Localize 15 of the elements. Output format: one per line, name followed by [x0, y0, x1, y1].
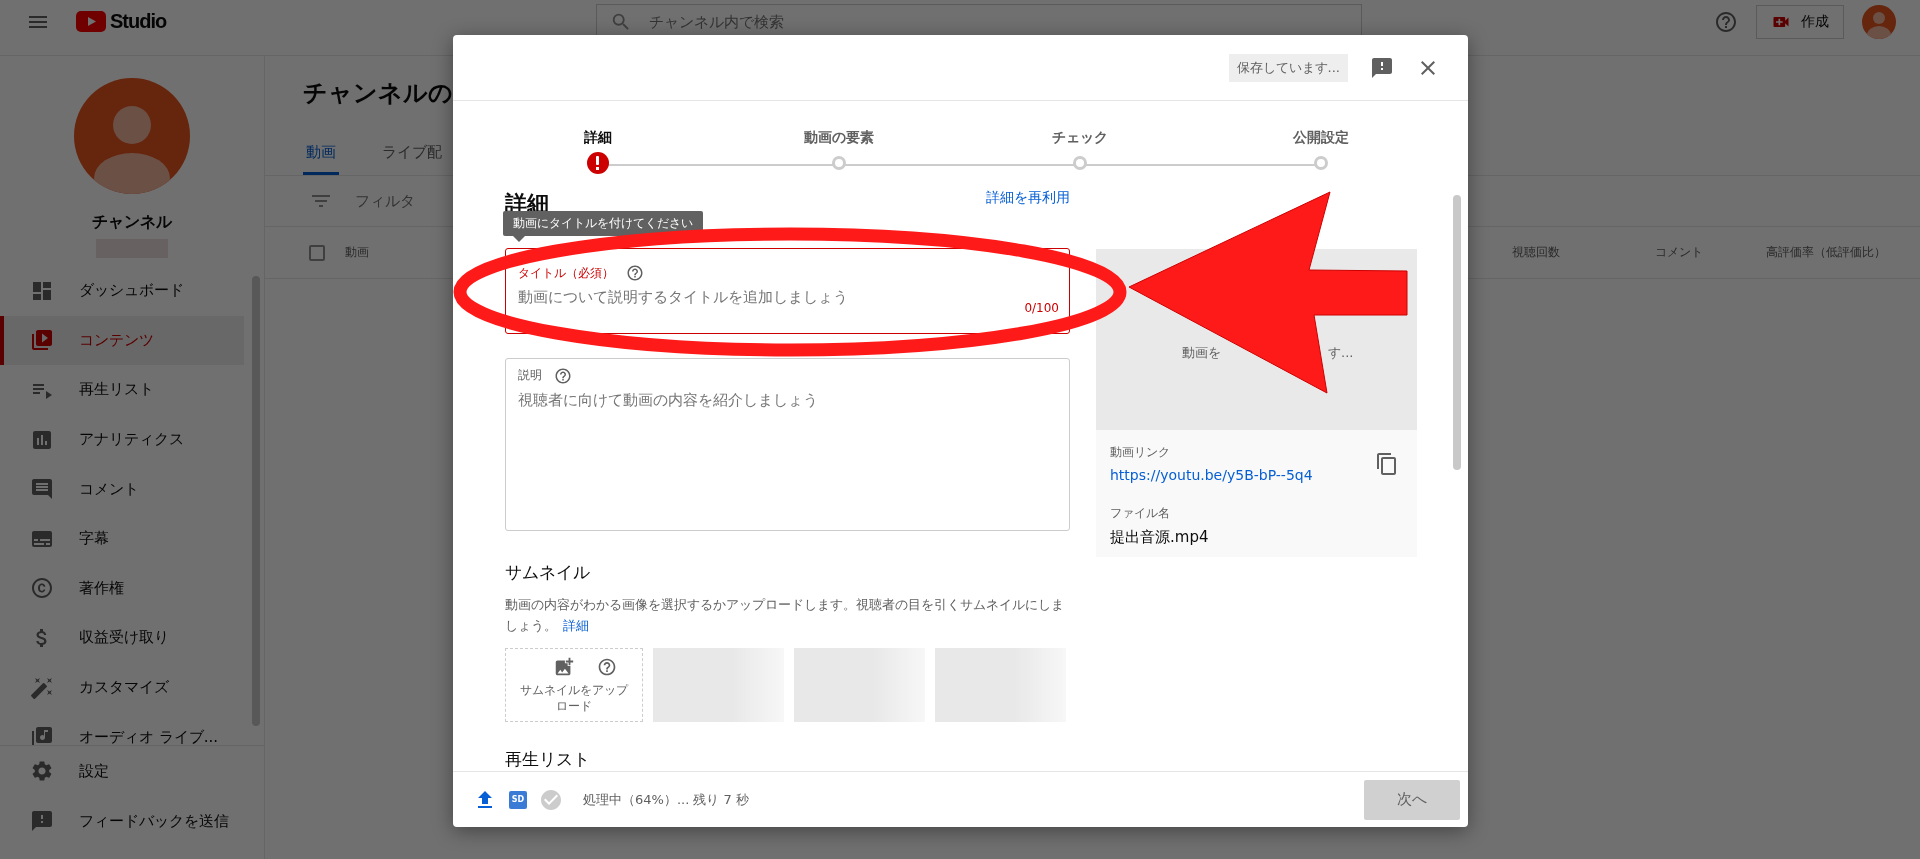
field-label: 動画リンク	[1110, 444, 1171, 461]
file-name: 提出音源.mp4	[1110, 528, 1210, 547]
logo-text: Studio	[110, 10, 167, 33]
sd-badge: SD	[509, 790, 527, 809]
preview-text: す...	[1328, 343, 1354, 362]
processing-status: 処理中（64%）... 残り 7 秒	[583, 790, 749, 809]
page-title: チャンネルの	[303, 78, 453, 108]
preview-text: 動画を	[1182, 343, 1221, 362]
thumbnail-description: 動画の内容がわかる画像を選択するかアップロードします。視聴者の目を引くサムネイルにしましょう。 詳細	[505, 596, 1065, 636]
section-heading: サムネイル	[505, 561, 591, 585]
tooltip: 動画にタイトルを付けてください	[503, 211, 703, 236]
section-heading: 再生リスト	[505, 748, 591, 771]
status-chip: 保存しています...	[1228, 53, 1348, 82]
channel-name: チャンネル	[92, 212, 172, 233]
field-label: ファイル名	[1110, 505, 1171, 522]
